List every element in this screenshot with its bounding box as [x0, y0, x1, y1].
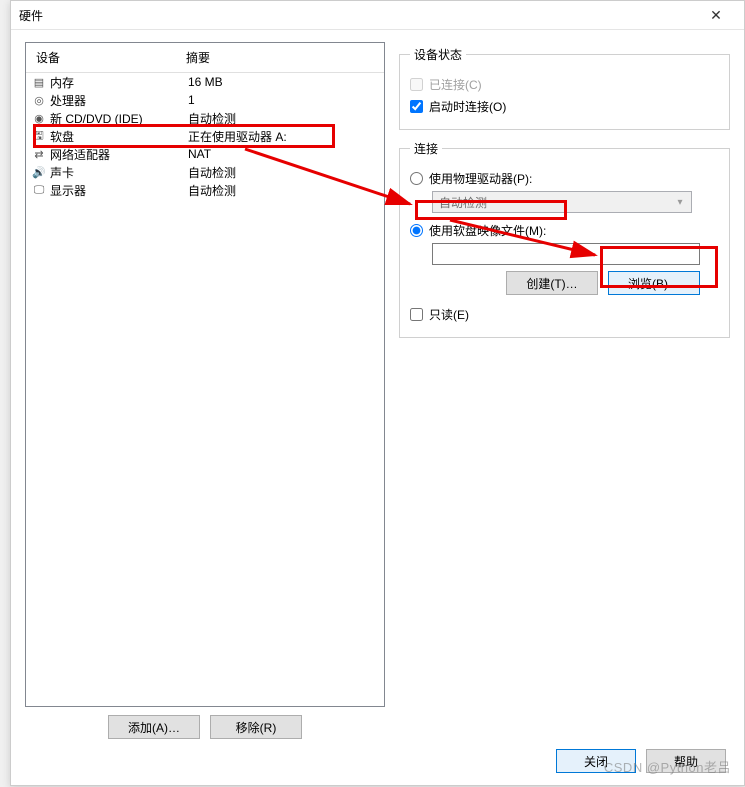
device-name: 声卡: [50, 164, 188, 181]
dialog-title: 硬件: [19, 7, 696, 24]
connect-on-power-row[interactable]: 启动时连接(O): [410, 97, 719, 115]
browse-button[interactable]: 浏览(B)…: [608, 271, 700, 295]
network-icon: ⇄: [30, 147, 48, 161]
connected-label: 已连接(C): [429, 76, 482, 93]
device-name: 内存: [50, 74, 188, 91]
physical-drive-value: 自动检测: [439, 194, 487, 211]
connected-checkbox: [410, 78, 423, 91]
use-physical-radio-row[interactable]: 使用物理驱动器(P):: [410, 169, 719, 187]
device-summary: 自动检测: [188, 164, 380, 181]
image-path-input[interactable]: [432, 243, 700, 265]
use-physical-radio[interactable]: [410, 172, 423, 185]
memory-icon: ▤: [30, 75, 48, 89]
floppy-icon: 🖫: [30, 129, 48, 143]
use-image-radio-row[interactable]: 使用软盘映像文件(M):: [410, 221, 719, 239]
help-button[interactable]: 帮助: [646, 749, 726, 773]
readonly-label: 只读(E): [429, 306, 469, 323]
close-dialog-button[interactable]: 关闭: [556, 749, 636, 773]
device-summary: NAT: [188, 147, 380, 161]
device-name: 显示器: [50, 182, 188, 199]
use-physical-label: 使用物理驱动器(P):: [429, 170, 532, 187]
remove-device-button[interactable]: 移除(R): [210, 715, 302, 739]
device-row[interactable]: 🖵显示器自动检测: [26, 181, 384, 199]
device-summary: 16 MB: [188, 75, 380, 89]
device-name: 新 CD/DVD (IDE): [50, 110, 188, 127]
close-button[interactable]: ✕: [696, 1, 736, 29]
connection-legend: 连接: [410, 140, 442, 157]
device-status-group: 设备状态 已连接(C) 启动时连接(O): [399, 46, 730, 130]
cd-icon: ◉: [30, 111, 48, 125]
connected-checkbox-row: 已连接(C): [410, 75, 719, 93]
device-summary: 1: [188, 93, 380, 107]
titlebar: 硬件 ✕: [11, 1, 744, 30]
device-summary: 自动检测: [188, 182, 380, 199]
display-icon: 🖵: [30, 183, 48, 197]
device-list-panel: 设备 摘要 ▤内存16 MB◎处理器1◉新 CD/DVD (IDE)自动检测🖫软…: [25, 42, 385, 707]
image-buttons: 创建(T)… 浏览(B)…: [432, 271, 700, 295]
device-row[interactable]: ▤内存16 MB: [26, 73, 384, 91]
cpu-icon: ◎: [30, 93, 48, 107]
device-name: 处理器: [50, 92, 188, 109]
dialog-body: 设备 摘要 ▤内存16 MB◎处理器1◉新 CD/DVD (IDE)自动检测🖫软…: [11, 30, 744, 739]
device-row[interactable]: ◉新 CD/DVD (IDE)自动检测: [26, 109, 384, 127]
left-column: 设备 摘要 ▤内存16 MB◎处理器1◉新 CD/DVD (IDE)自动检测🖫软…: [25, 42, 385, 739]
add-device-button[interactable]: 添加(A)…: [108, 715, 200, 739]
readonly-row[interactable]: 只读(E): [410, 305, 719, 323]
use-image-radio[interactable]: [410, 224, 423, 237]
device-list-header: 设备 摘要: [26, 43, 384, 73]
device-status-legend: 设备状态: [410, 46, 466, 63]
device-name: 软盘: [50, 128, 188, 145]
hardware-dialog: 硬件 ✕ 设备 摘要 ▤内存16 MB◎处理器1◉新 CD/DVD (IDE)自…: [10, 0, 745, 786]
create-button[interactable]: 创建(T)…: [506, 271, 598, 295]
device-row[interactable]: 🖫软盘正在使用驱动器 A:: [26, 127, 384, 145]
device-row[interactable]: ⇄网络适配器NAT: [26, 145, 384, 163]
col-device: 设备: [36, 49, 186, 66]
physical-drive-sub: 自动检测 ▾: [432, 191, 719, 213]
dialog-footer: 关闭 帮助: [11, 739, 744, 787]
chevron-down-icon: ▾: [671, 193, 689, 211]
readonly-checkbox[interactable]: [410, 308, 423, 321]
physical-drive-combo: 自动检测 ▾: [432, 191, 692, 213]
device-row[interactable]: ◎处理器1: [26, 91, 384, 109]
device-list[interactable]: ▤内存16 MB◎处理器1◉新 CD/DVD (IDE)自动检测🖫软盘正在使用驱…: [26, 73, 384, 706]
device-summary: 正在使用驱动器 A:: [188, 128, 380, 145]
device-summary: 自动检测: [188, 110, 380, 127]
connect-on-power-checkbox[interactable]: [410, 100, 423, 113]
right-panel: 设备状态 已连接(C) 启动时连接(O) 连接 使用物理驱动器(P):: [399, 42, 730, 739]
use-image-label: 使用软盘映像文件(M):: [429, 222, 546, 239]
device-name: 网络适配器: [50, 146, 188, 163]
device-row[interactable]: 🔊声卡自动检测: [26, 163, 384, 181]
sound-icon: 🔊: [30, 165, 48, 179]
connection-group: 连接 使用物理驱动器(P): 自动检测 ▾ 使用软盘映像文件(M):: [399, 140, 730, 338]
col-summary: 摘要: [186, 49, 374, 66]
device-buttons: 添加(A)… 移除(R): [25, 707, 385, 739]
connect-on-power-label: 启动时连接(O): [429, 98, 506, 115]
image-file-sub: 创建(T)… 浏览(B)…: [432, 243, 719, 295]
